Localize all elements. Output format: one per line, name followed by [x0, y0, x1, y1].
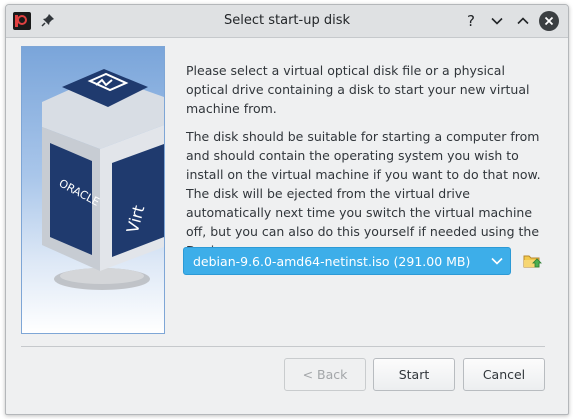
minimize-chevron-down-icon[interactable]	[487, 11, 507, 31]
virtualbox-logo-image: ORACLE Virt	[21, 46, 165, 334]
back-button[interactable]: < Back	[284, 358, 366, 391]
choose-disk-folder-icon[interactable]	[522, 251, 542, 271]
cancel-button[interactable]: Cancel	[463, 358, 545, 391]
chevron-down-icon	[491, 257, 503, 265]
window-title: Select start-up disk	[224, 13, 350, 28]
disk-selector-dropdown[interactable]: debian-9.6.0-amd64-netinst.iso (291.00 M…	[183, 247, 511, 275]
help-button[interactable]: ?	[461, 11, 481, 31]
close-icon[interactable]	[539, 11, 559, 31]
title-bar[interactable]: Select start-up disk ?	[6, 5, 568, 38]
maximize-chevron-up-icon[interactable]	[513, 11, 533, 31]
wizard-description: Please select a virtual optical disk fil…	[186, 61, 541, 260]
details-paragraph: The disk should be suitable for starting…	[186, 129, 541, 258]
disk-selector-value: debian-9.6.0-amd64-netinst.iso (291.00 M…	[193, 254, 471, 269]
button-separator	[21, 346, 545, 347]
dialog-window: Select start-up disk ? ORACLE Virt Pleas…	[5, 4, 569, 415]
start-button[interactable]: Start	[373, 358, 455, 391]
intro-paragraph: Please select a virtual optical disk fil…	[186, 63, 530, 116]
